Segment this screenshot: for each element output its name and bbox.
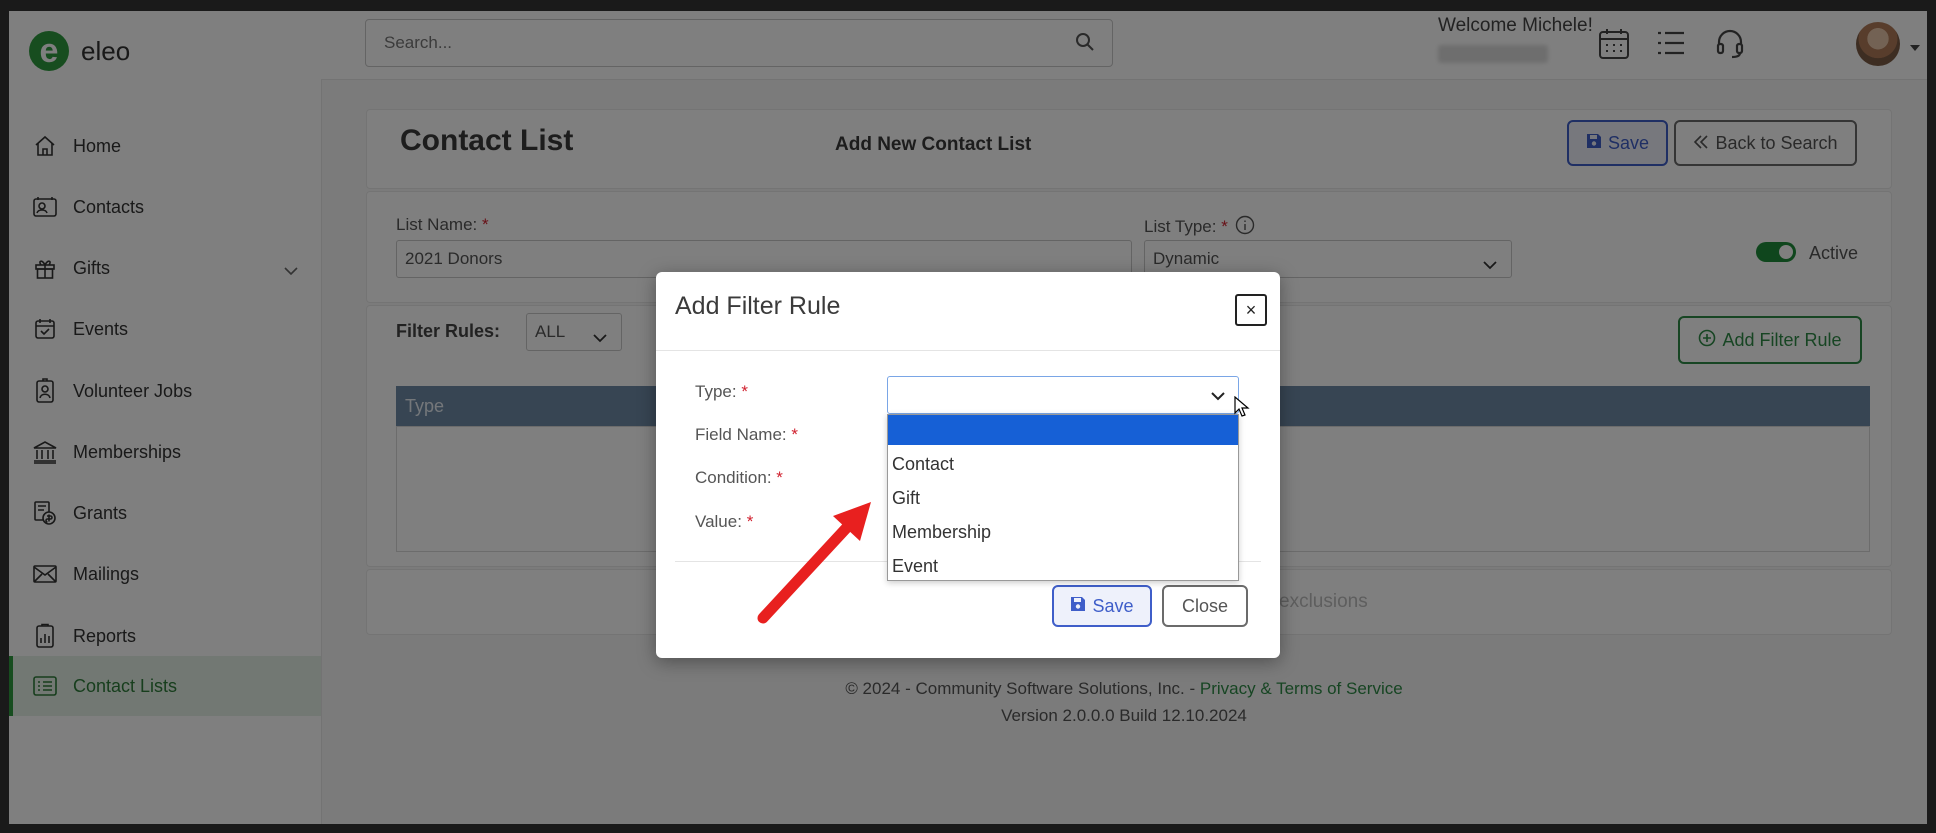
app-window: e eleo Home Contacts Gifts [9, 11, 1927, 824]
annotation-arrow-icon [757, 502, 871, 624]
